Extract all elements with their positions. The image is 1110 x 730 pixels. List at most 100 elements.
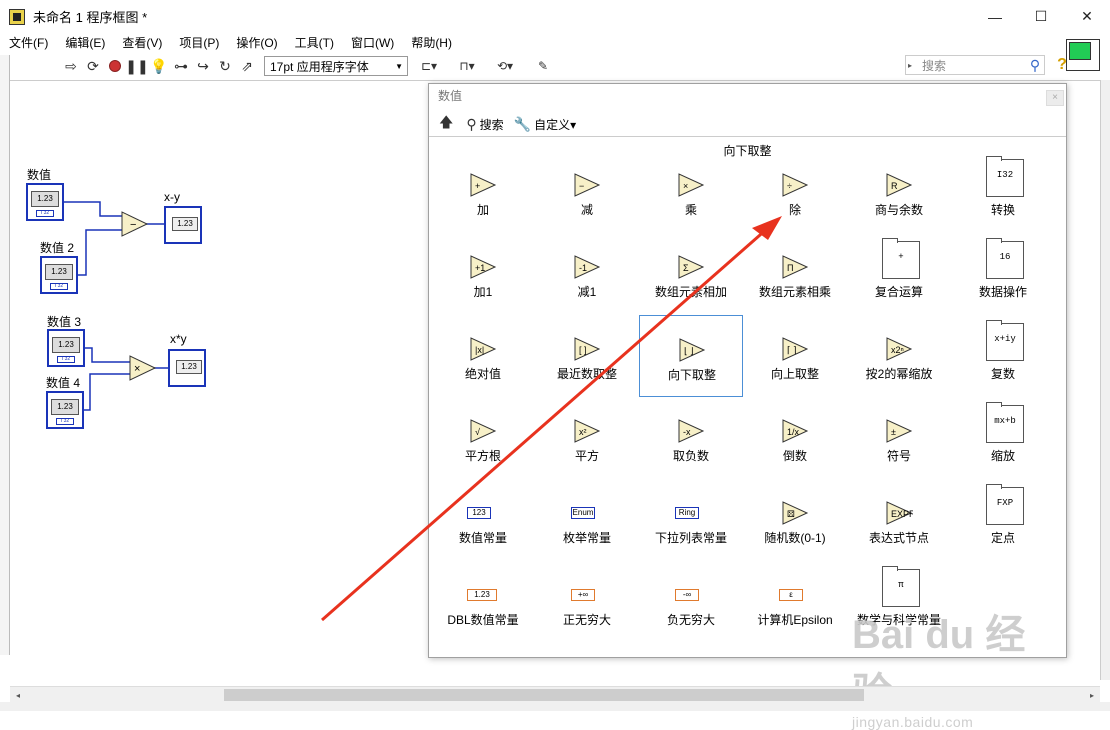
palette-item-15[interactable]: ⌈ ⌉ 向上取整 — [743, 315, 847, 397]
numeric-control-3[interactable]: 1.23 I 32 — [47, 329, 85, 367]
palette-item-label: 随机数(0-1) — [764, 531, 826, 545]
palette-item-27[interactable]: ⚄ 随机数(0-1) — [743, 479, 847, 561]
indicator-face: 1.23 — [176, 360, 202, 374]
palette-item-label: 平方根 — [464, 449, 501, 463]
datatype-tag: I 32 — [50, 283, 68, 290]
palette-item-16[interactable]: x2ⁿ 按2的幂缩放 — [847, 315, 951, 397]
palette-item-29[interactable]: FXP 定点 — [951, 479, 1055, 561]
function-icon: x2ⁿ — [885, 335, 913, 363]
palette-item-1[interactable]: − 减 — [535, 151, 639, 233]
palette-item-28[interactable]: EXPR 表达式节点 — [847, 479, 951, 561]
wire-num3-mul[interactable] — [84, 347, 132, 363]
palette-item-label: 枚举常量 — [562, 531, 611, 545]
function-icon: ⌈ ⌉ — [781, 335, 809, 363]
palette-item-7[interactable]: -1 减1 — [535, 233, 639, 315]
palette-item-12[interactable]: |x| 绝对值 — [431, 315, 535, 397]
palette-item-label: 除 — [788, 203, 801, 217]
subpalette-icon: mx+b — [986, 402, 1024, 443]
palette-close-button[interactable]: × — [1046, 90, 1064, 106]
palette-item-2[interactable]: × 乘 — [639, 151, 743, 233]
palette-item-5[interactable]: I32 转换 — [951, 151, 1055, 233]
palette-item-23[interactable]: mx+b 缩放 — [951, 397, 1055, 479]
palette-item-33[interactable]: ε 计算机Epsilon — [743, 561, 847, 643]
palette-item-31[interactable]: +∞ 正无穷大 — [535, 561, 639, 643]
svg-text:-x: -x — [683, 427, 691, 437]
wire-num4-mul[interactable] — [84, 373, 132, 411]
palette-item-label: 数值常量 — [458, 531, 507, 545]
palette-item-30[interactable]: 1.23 DBL数值常量 — [431, 561, 535, 643]
palette-item-8[interactable]: Σ 数组元素相加 — [639, 233, 743, 315]
palette-item-label: 减 — [580, 203, 593, 217]
svg-text:÷: ÷ — [787, 181, 792, 191]
constant-icon: 1.23 — [467, 581, 497, 609]
arrow-up-icon: 🡅 — [439, 114, 454, 130]
label-sub-out: x-y — [164, 190, 180, 204]
function-icon: Π — [781, 253, 809, 281]
palette-item-21[interactable]: 1/x 倒数 — [743, 397, 847, 479]
palette-item-17[interactable]: x+iy 复数 — [951, 315, 1055, 397]
svg-text:x²: x² — [579, 427, 587, 437]
palette-item-label: 平方 — [574, 449, 599, 463]
palette-item-22[interactable]: ± 符号 — [847, 397, 951, 479]
palette-item-6[interactable]: +1 加1 — [431, 233, 535, 315]
palette-item-18[interactable]: √ 平方根 — [431, 397, 535, 479]
palette-item-24[interactable]: 123 数值常量 — [431, 479, 535, 561]
palette-item-label: 向下取整 — [667, 368, 716, 382]
scroll-left-icon[interactable]: ◂ — [10, 687, 26, 703]
palette-item-10[interactable]: + 复合运算 — [847, 233, 951, 315]
scrollbar-thumb[interactable] — [224, 689, 864, 701]
palette-item-3[interactable]: ÷ 除 — [743, 151, 847, 233]
palette-search-button[interactable]: ⚲ 搜索 — [466, 116, 503, 133]
svg-text:-1: -1 — [579, 263, 587, 273]
constant-icon: ε — [779, 581, 809, 609]
palette-customize-button[interactable]: 🔧 自定义▾ — [514, 116, 576, 133]
numeric-control-4[interactable]: 1.23 I 32 — [46, 391, 84, 429]
palette-item-11[interactable]: 16 数据操作 — [951, 233, 1055, 315]
svg-text:⌊ ⌋: ⌊ ⌋ — [684, 346, 694, 356]
watermark-url: jingyan.baidu.com — [852, 714, 974, 730]
palette-toolbar: 🡅 ⚲ 搜索 🔧 自定义▾ — [429, 112, 1066, 136]
palette-search-label: 搜索 — [479, 117, 504, 132]
palette-item-label: 转换 — [990, 203, 1015, 217]
numeric-indicator-mul[interactable]: 1.23 — [168, 349, 206, 387]
palette-title: 数值 — [438, 89, 463, 103]
palette-item-13[interactable]: [ ] 最近数取整 — [535, 315, 639, 397]
svg-text:⌈ ⌉: ⌈ ⌉ — [787, 345, 797, 355]
multiply-glyph: × — [134, 363, 140, 375]
palette-item-9[interactable]: Π 数组元素相乘 — [743, 233, 847, 315]
scroll-right-icon[interactable]: ▸ — [1084, 687, 1100, 703]
palette-item-26[interactable]: Ring 下拉列表常量 — [639, 479, 743, 561]
palette-item-label: 向上取整 — [770, 367, 819, 381]
palette-up-button[interactable]: 🡅 — [439, 112, 456, 136]
palette-item-20[interactable]: -x 取负数 — [639, 397, 743, 479]
horizontal-scrollbar[interactable]: ◂ ▸ — [10, 686, 1100, 702]
svg-text:[ ]: [ ] — [579, 345, 587, 355]
subpalette-icon: 16 — [986, 238, 1024, 279]
palette-item-label: 正无穷大 — [562, 613, 611, 627]
function-icon: Σ — [677, 253, 705, 281]
control-face: 1.23 — [31, 191, 59, 207]
wire-num2-sub[interactable] — [76, 229, 124, 276]
svg-text:+1: +1 — [475, 263, 485, 273]
palette-item-14[interactable]: ⌊ ⌋ 向下取整 — [639, 315, 743, 397]
palette-item-25[interactable]: Enum 枚举常量 — [535, 479, 639, 561]
function-icon: × — [677, 171, 705, 199]
palette-item-0[interactable]: + 加 — [431, 151, 535, 233]
palette-item-label: 乘 — [684, 203, 697, 217]
numeric-palette: 数值 × 🡅 ⚲ 搜索 🔧 自定义▾ 向下取整 + 加 − 减 × 乘 ÷ 除 R 商与余数 I32 转换… — [428, 83, 1067, 658]
function-icon: ± — [885, 417, 913, 445]
palette-item-label: 符号 — [886, 449, 911, 463]
constant-icon: 123 — [467, 499, 497, 527]
numeric-control-1[interactable]: 1.23 I 32 — [26, 183, 64, 221]
numeric-control-2[interactable]: 1.23 I 32 — [40, 256, 78, 294]
function-icon: |x| — [469, 335, 497, 363]
label-num2: 数值 2 — [40, 241, 75, 255]
palette-item-label: 减1 — [577, 285, 597, 299]
function-icon: -1 — [573, 253, 601, 281]
palette-item-19[interactable]: x² 平方 — [535, 397, 639, 479]
wire-num1-sub[interactable] — [63, 201, 124, 217]
palette-item-4[interactable]: R 商与余数 — [847, 151, 951, 233]
palette-item-32[interactable]: -∞ 负无穷大 — [639, 561, 743, 643]
numeric-indicator-sub[interactable]: 1.23 — [164, 206, 202, 244]
function-icon: [ ] — [573, 335, 601, 363]
